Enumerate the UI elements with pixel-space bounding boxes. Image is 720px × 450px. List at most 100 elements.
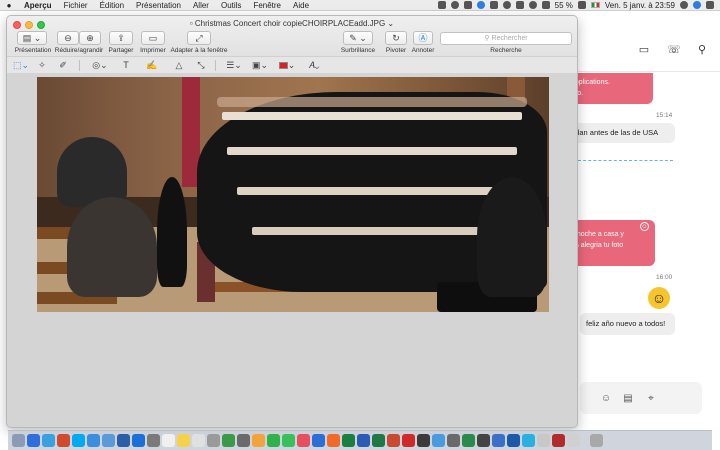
dock-music-icon[interactable]: [297, 434, 310, 447]
chat-input-area[interactable]: [580, 382, 702, 414]
dock-app-icon[interactable]: [447, 434, 460, 447]
menu-fichier[interactable]: Fichier: [58, 1, 94, 10]
rotate-button[interactable]: ↻: [385, 31, 407, 45]
dock-app-icon[interactable]: [402, 434, 415, 447]
dock-app-icon[interactable]: [342, 434, 355, 447]
dock-help-icon[interactable]: [207, 434, 220, 447]
emoji-picker-icon[interactable]: ☺: [600, 393, 612, 404]
volume-icon[interactable]: [541, 1, 550, 9]
dock-app-icon[interactable]: [237, 434, 250, 447]
dock-app-icon[interactable]: [192, 434, 205, 447]
dock-finder-icon[interactable]: [12, 434, 25, 447]
video-call-icon[interactable]: ▭: [636, 42, 652, 58]
sidebar-view-button[interactable]: ▤ ⌄: [17, 31, 47, 45]
fit-window-button[interactable]: ⤢: [187, 31, 211, 45]
text-style-icon[interactable]: 𝐴⌄: [305, 60, 323, 71]
spotlight-icon[interactable]: [680, 1, 688, 9]
highlight-button[interactable]: ✎ ⌄: [343, 31, 373, 45]
dock-excel-icon[interactable]: [372, 434, 385, 447]
notification-center-icon[interactable]: [706, 1, 714, 9]
fill-color-button[interactable]: ⌄: [277, 60, 297, 71]
share-button[interactable]: ⇪: [109, 31, 133, 45]
add-contact-icon[interactable]: ⚲: [694, 42, 710, 58]
rect-selection-icon[interactable]: ⬚⌄: [13, 60, 29, 71]
menu-presentation[interactable]: Présentation: [130, 1, 187, 10]
status-bluetooth-icon[interactable]: [515, 1, 524, 9]
dock-telegram-icon[interactable]: [87, 434, 100, 447]
dock-trash-icon[interactable]: [590, 434, 603, 447]
border-style-icon[interactable]: ▣⌄: [251, 60, 269, 71]
highlight-label: Surbrillance: [340, 47, 376, 54]
shapes-icon[interactable]: ◎⌄: [91, 60, 109, 71]
dock-chrome-icon[interactable]: [252, 434, 265, 447]
dock-safari-icon[interactable]: [42, 434, 55, 447]
status-app-icon[interactable]: [437, 1, 446, 9]
dock-word-icon[interactable]: [357, 434, 370, 447]
print-button[interactable]: ▭: [141, 31, 165, 45]
phone-call-icon[interactable]: ☏: [666, 42, 682, 58]
zoom-window-button[interactable]: [37, 21, 45, 29]
zoom-label: Réduire/agrandir: [54, 47, 104, 54]
dock-app-icon[interactable]: [147, 434, 160, 447]
status-sync-icon[interactable]: [450, 1, 459, 9]
menu-app-name[interactable]: Aperçu: [18, 1, 58, 10]
dock-skype-icon[interactable]: [72, 434, 85, 447]
menu-aide[interactable]: Aide: [287, 1, 315, 10]
adjust-size-icon[interactable]: ⤡: [195, 60, 207, 71]
dock-siri-icon[interactable]: [27, 434, 40, 447]
status-time-machine-icon[interactable]: [502, 1, 511, 9]
dock-app-icon[interactable]: [417, 434, 430, 447]
dock-app-icon[interactable]: [507, 434, 520, 447]
menu-edition[interactable]: Édition: [94, 1, 130, 10]
apple-menu-icon[interactable]: ●: [0, 1, 18, 10]
dock-app-icon[interactable]: [102, 434, 115, 447]
menu-outils[interactable]: Outils: [215, 1, 247, 10]
instant-alpha-icon[interactable]: ✧: [37, 60, 47, 71]
sign-icon[interactable]: ✍⌄: [143, 60, 161, 81]
text-box-icon[interactable]: T: [121, 60, 131, 71]
status-skype-icon[interactable]: [476, 1, 485, 9]
adjust-color-icon[interactable]: △: [173, 60, 185, 71]
dock-app-icon[interactable]: [567, 434, 580, 447]
close-window-button[interactable]: [13, 21, 21, 29]
status-display-icon[interactable]: [489, 1, 498, 9]
battery-icon[interactable]: [577, 1, 586, 9]
menu-aller[interactable]: Aller: [187, 1, 215, 10]
dock-app-icon[interactable]: [327, 434, 340, 447]
dock-app-icon[interactable]: [522, 434, 535, 447]
reaction-icon[interactable]: ☺: [640, 222, 649, 231]
attach-file-icon[interactable]: ▤: [622, 393, 634, 404]
annotate-button[interactable]: Ⓐ: [413, 31, 433, 45]
dock-app-icon[interactable]: [57, 434, 70, 447]
dock-app-icon[interactable]: [492, 434, 505, 447]
sketch-icon[interactable]: ✐: [57, 60, 69, 71]
dock-app-icon[interactable]: [432, 434, 445, 447]
dock-app-icon[interactable]: [132, 434, 145, 447]
minimize-window-button[interactable]: [25, 21, 33, 29]
dock-app-icon[interactable]: [222, 434, 235, 447]
status-dropbox-icon[interactable]: [463, 1, 472, 9]
location-icon[interactable]: ⌖: [645, 393, 657, 404]
dock-powerpoint-icon[interactable]: [387, 434, 400, 447]
dock-app-icon[interactable]: [312, 434, 325, 447]
input-source-flag-icon[interactable]: [590, 2, 600, 8]
line-style-icon[interactable]: ☰⌄: [225, 60, 243, 71]
zoom-in-button[interactable]: ⊕: [79, 31, 101, 45]
dock-notes-icon[interactable]: [177, 434, 190, 447]
dock-spotify-icon[interactable]: [462, 434, 475, 447]
dock-app-icon[interactable]: [537, 434, 550, 447]
wifi-icon[interactable]: [528, 1, 537, 9]
dock-app-icon[interactable]: [117, 434, 130, 447]
dock-app-icon[interactable]: [267, 434, 280, 447]
search-input[interactable]: ⚲ Rechercher: [440, 32, 572, 45]
document-title[interactable]: ▫ Christmas Concert choir copieCHOIRPLAC…: [157, 19, 427, 28]
menubar-clock[interactable]: Ven. 5 janv. à 23:59: [605, 1, 675, 10]
dock-acrobat-icon[interactable]: [552, 434, 565, 447]
battery-percent[interactable]: 55 %: [555, 1, 573, 10]
menu-fenetre[interactable]: Fenêtre: [247, 1, 287, 10]
zoom-out-button[interactable]: ⊖: [57, 31, 79, 45]
user-avatar-icon[interactable]: [693, 1, 701, 9]
dock-messages-icon[interactable]: [282, 434, 295, 447]
dock-app-icon[interactable]: [477, 434, 490, 447]
dock-calendar-icon[interactable]: [162, 434, 175, 447]
